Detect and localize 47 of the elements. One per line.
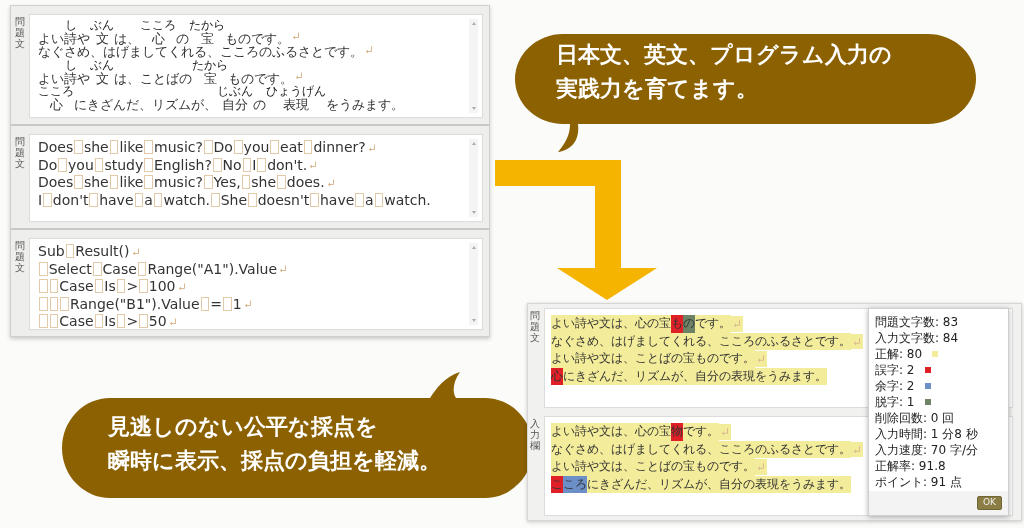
text-line: なぐさめ、はげましてくれる、こころのふるさとです。 — [38, 45, 363, 60]
callout-text: 見逃しのない公平な採点を — [108, 413, 378, 441]
text-line: よい し 詩や ぶん 文 は、ことばの たから 宝 ものです。 — [38, 59, 293, 86]
stat-label: 入力速度: 70 字/分 — [875, 442, 978, 458]
highlighted-text: よい詩や文は、ことばの宝ものです。 — [551, 458, 755, 476]
text-line: よい し 詩や ぶん 文 は、 こころ 心 の たから 宝 ものです。 — [38, 19, 290, 46]
stat-label: ポイント: 91 点 — [875, 474, 962, 490]
stat-label: 正解率: 91.8 — [875, 458, 946, 474]
text-line: Range("B1").Value = 1 — [38, 295, 242, 313]
text-line: Sub Result() — [38, 243, 130, 261]
stat-label: 削除回数: 0 回 — [875, 410, 955, 426]
text-line: こころ 心 にきざんだ、リズムが、 じぶん 自分 の ひょうげん 表現 をうみます。 — [38, 85, 404, 112]
highlighted-text: にきざんだ、リズムが、自分の表現をうみます。 — [587, 475, 851, 493]
text-line: Case Is > 50 — [38, 313, 167, 331]
panel-label: 問題文 — [15, 135, 25, 171]
ok-button[interactable]: OK — [977, 496, 1002, 510]
stat-label: 正解: 80 — [875, 346, 923, 362]
text-line: Case Is > 100 — [38, 278, 176, 296]
stat-label: 入力時間: 1 分8 秒 — [875, 426, 978, 442]
highlighted-text: の — [683, 315, 695, 333]
callout-text: 実践力を育てます。 — [556, 75, 758, 104]
panel-label: 入力欄 — [530, 417, 540, 453]
panel-label: 問題文 — [15, 239, 25, 275]
text-line: Does she like music? Yes, she does. — [38, 174, 325, 192]
text-line: Do you study English? No I don't. — [38, 156, 308, 174]
stat-label: 問題文字数: 83 — [875, 314, 959, 330]
callout-text: 瞬時に表示、採点の負担を軽減。 — [108, 447, 441, 476]
highlighted-text: よい詩や文は、ことばの宝ものです。 — [551, 350, 755, 368]
panel-label: 問題文 — [15, 15, 25, 51]
panel-label: 問題文 — [530, 309, 540, 345]
highlighted-text: 物 — [671, 423, 683, 441]
highlighted-text: です。 — [683, 423, 719, 441]
highlighted-text: にきざんだ、リズムが、自分の表現をうみます。 — [563, 367, 827, 385]
highlighted-text: なぐさめ、はげましてくれる、こころのふるさとです。 — [551, 440, 851, 458]
highlighted-text: よい詩や文は、心の宝 — [551, 315, 671, 333]
highlighted-text: も — [671, 315, 683, 333]
highlighted-text: よい詩や文は、心の宝 — [551, 423, 671, 441]
stat-label: 余字: 2 — [875, 378, 915, 394]
callout-text: 日本文、英文、プログラム入力の — [556, 41, 892, 69]
stat-label: 入力文字数: 84 — [875, 330, 959, 346]
text-line: Does she like music? Do you eat dinner? — [38, 139, 366, 157]
highlighted-text: なぐさめ、はげましてくれる、こころのふるさとです。 — [551, 332, 851, 350]
highlighted-text: です。 — [695, 315, 731, 333]
text-line: Select Case Range("A1").Value — [38, 260, 278, 278]
text-line: I don't have a watch. She doesn't have a watch. — [38, 191, 431, 209]
stat-label: 誤字: 2 — [875, 362, 915, 378]
stat-label: 脱字: 1 — [875, 394, 915, 410]
